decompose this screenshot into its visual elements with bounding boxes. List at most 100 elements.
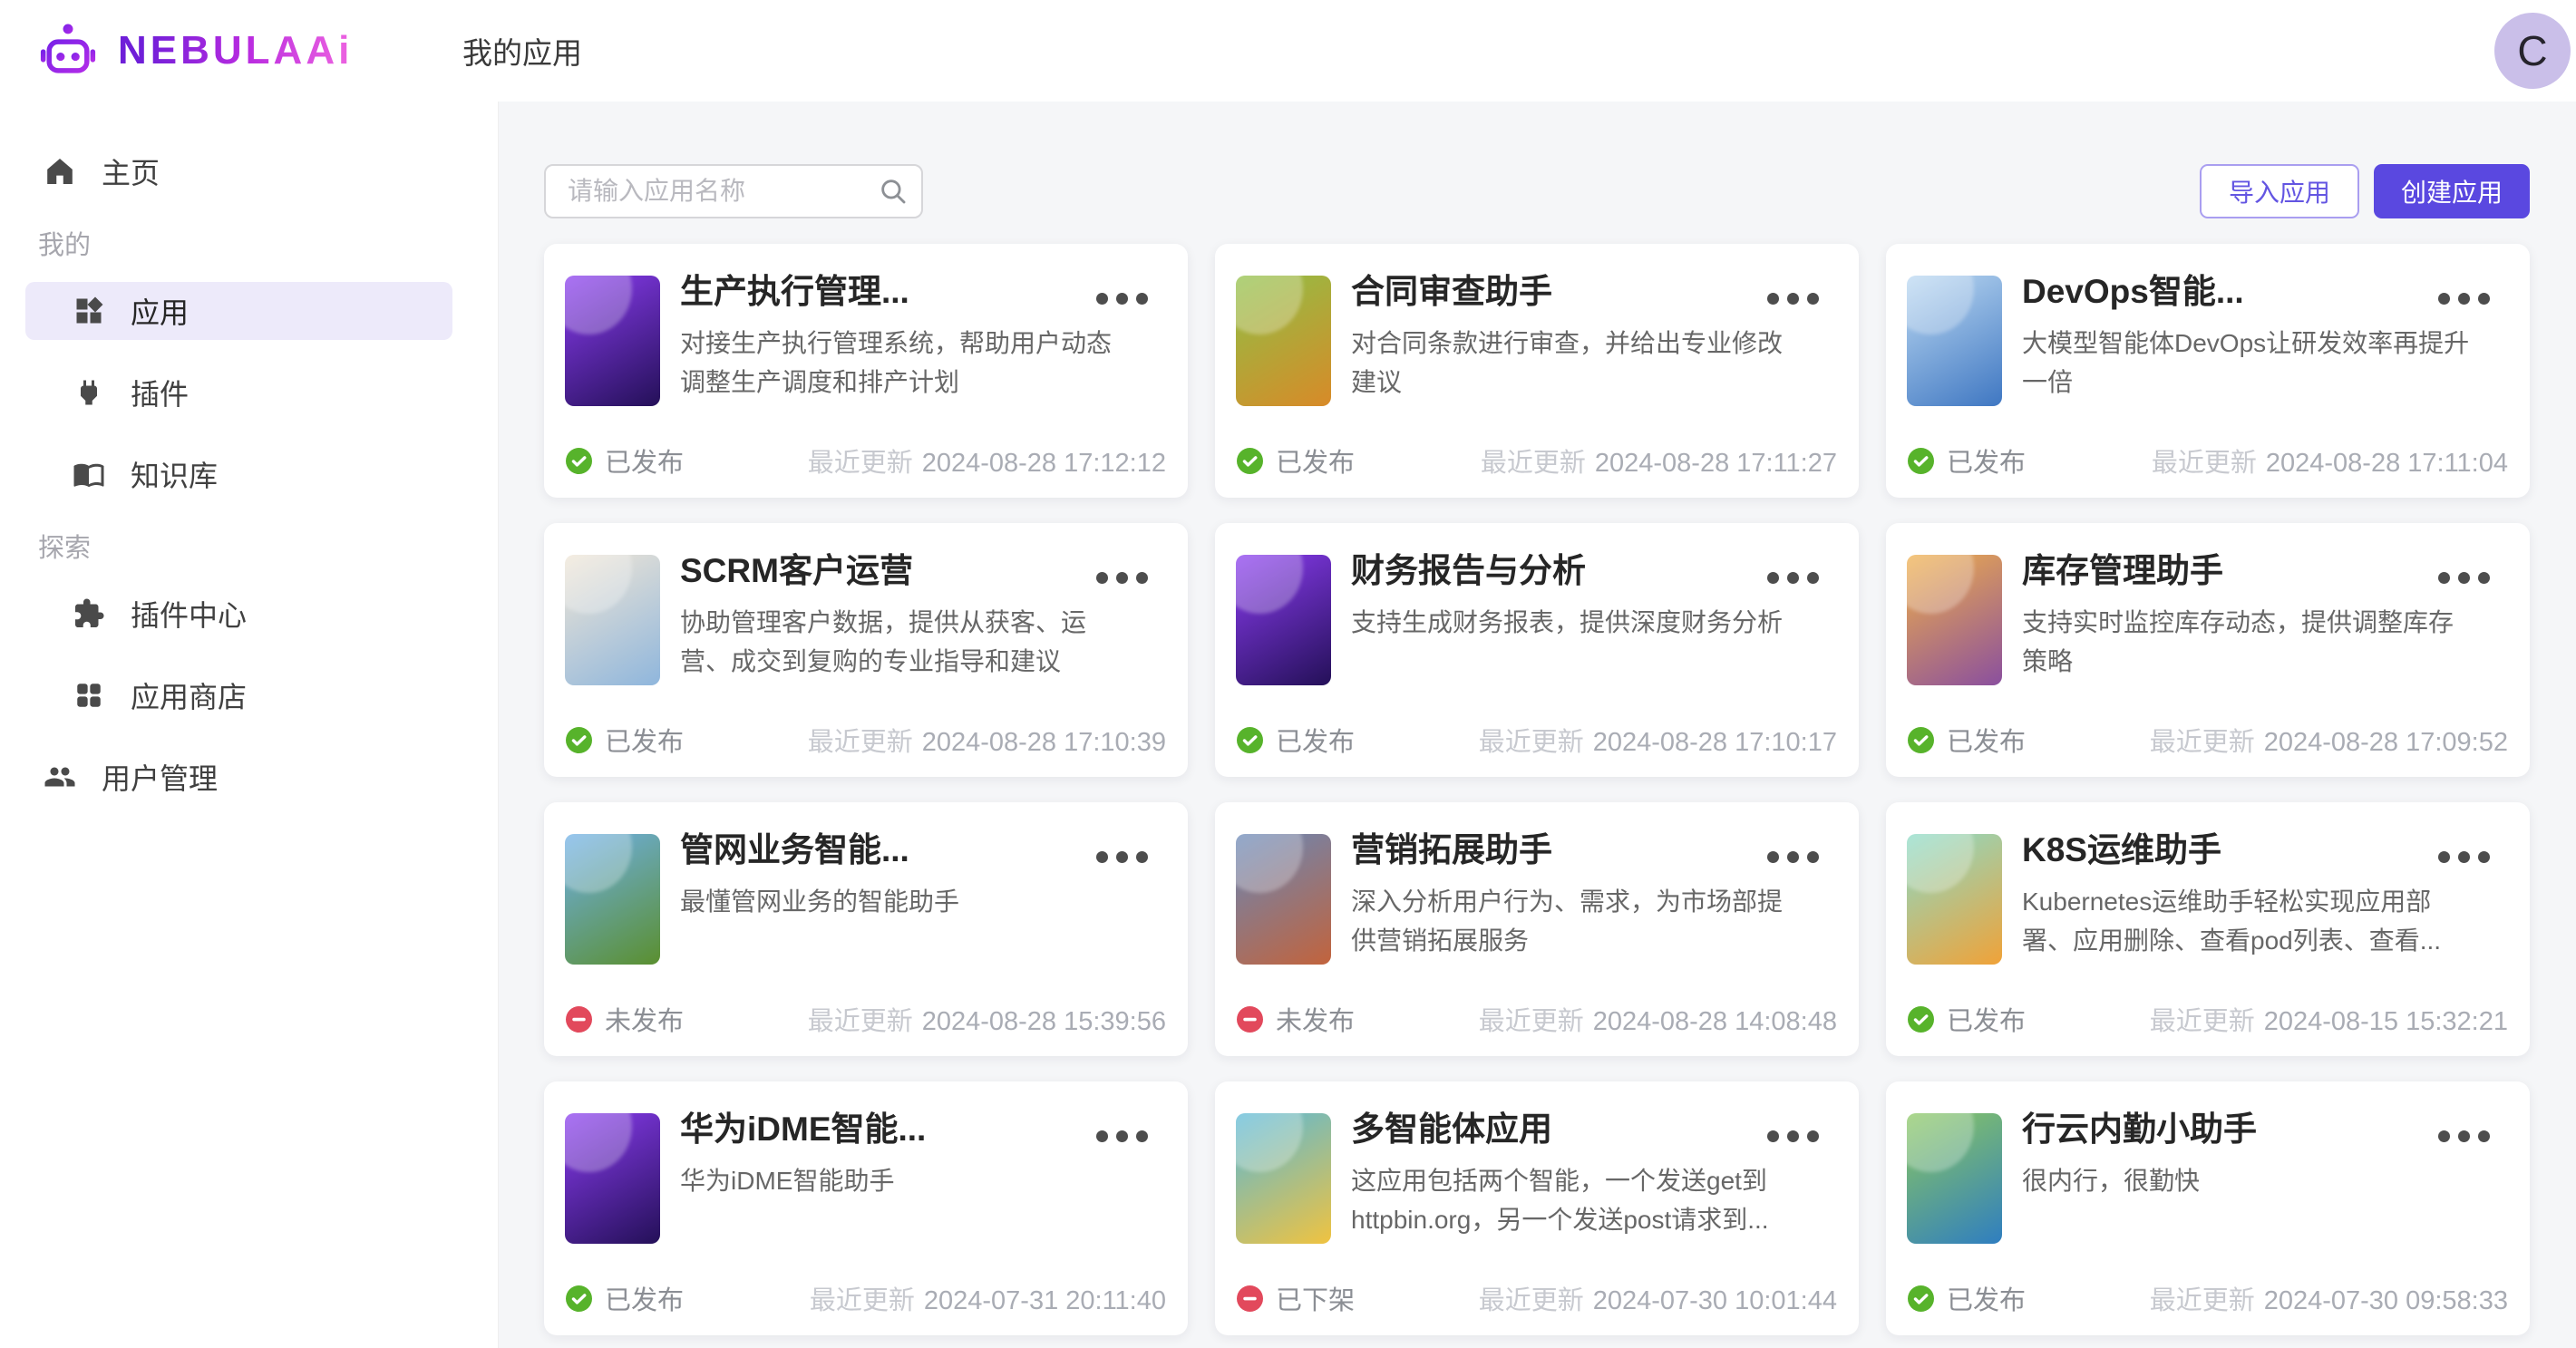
forest-sunlight-thumbnail — [1236, 276, 1331, 406]
last-updated: 最近更新2024-07-30 09:58:33 — [2150, 1279, 2508, 1317]
status-badge: 已发布 — [1237, 441, 1355, 480]
sidebar-item-plug[interactable]: 插件 — [25, 364, 452, 422]
status-label: 已发布 — [1947, 721, 2026, 759]
search-icon[interactable] — [878, 176, 909, 207]
app-card[interactable]: 多智能体应用 这应用包括两个智能，一个发送get到httpbin.org，另一个… — [1215, 1081, 1859, 1335]
app-card[interactable]: 行云内勤小助手 很内行，很勤快 已发布 最近更新2024-07-30 09:58… — [1886, 1081, 2530, 1335]
app-card-description: 深入分析用户行为、需求，为市场部提供营销拓展服务 — [1351, 882, 1800, 960]
status-badge: 已发布 — [566, 441, 684, 480]
create-app-button[interactable]: 创建应用 — [2374, 164, 2530, 218]
more-actions-icon[interactable] — [1093, 289, 1152, 308]
more-actions-icon[interactable] — [1093, 1127, 1152, 1146]
last-updated: 最近更新2024-08-28 17:10:39 — [808, 721, 1166, 759]
last-updated: 最近更新2024-08-28 17:11:04 — [2152, 441, 2508, 480]
app-card-description: 最懂管网业务的智能助手 — [680, 882, 1129, 921]
app-card-description: 华为iDME智能助手 — [680, 1161, 1129, 1200]
app-card[interactable]: DevOps智能... 大模型智能体DevOps让研发效率再提升一倍 已发布 最… — [1886, 244, 2530, 498]
plug-icon — [73, 376, 105, 409]
sidebar-section-label: 探索 — [38, 527, 498, 565]
last-updated: 最近更新2024-08-28 17:11:27 — [1481, 441, 1837, 480]
status-label: 已发布 — [1947, 441, 2026, 480]
brand-wordmark: NEBULAAi — [118, 28, 353, 73]
search-input[interactable] — [544, 164, 923, 218]
app-card-grid: 生产执行管理... 对接生产执行管理系统，帮助用户动态调整生产调度和排产计划 已… — [544, 244, 2530, 1335]
status-label: 已发布 — [605, 721, 684, 759]
user-avatar[interactable]: C — [2494, 13, 2571, 89]
app-card-description: 协助管理客户数据，提供从获客、运营、成交到复购的专业指导和建议 — [680, 603, 1129, 681]
home-icon — [44, 155, 76, 188]
sidebar-item-label: 主页 — [102, 150, 160, 192]
status-label: 已发布 — [605, 441, 684, 480]
multi-agent-diagram-thumbnail — [1236, 1113, 1331, 1244]
more-actions-icon[interactable] — [2435, 848, 2493, 867]
app-card[interactable]: 财务报告与分析 支持生成财务报表，提供深度财务分析 已发布 最近更新2024-0… — [1215, 523, 1859, 777]
status-label: 已下架 — [1276, 1279, 1355, 1317]
sidebar-item-users[interactable]: 用户管理 — [25, 748, 452, 806]
app-card[interactable]: 生产执行管理... 对接生产执行管理系统，帮助用户动态调整生产调度和排产计划 已… — [544, 244, 1188, 498]
more-actions-icon[interactable] — [1764, 848, 1823, 867]
more-actions-icon[interactable] — [2435, 289, 2493, 308]
sidebar-item-label: 插件 — [131, 372, 189, 413]
sidebar-nav: 主页 我的 应用 插件 知识库 探索 插件中心 应用商店 用户管理 — [0, 102, 499, 1348]
status-badge: 未发布 — [566, 1000, 684, 1038]
app-card-description: 对合同条款进行审查，并给出专业修改建议 — [1351, 324, 1800, 402]
status-label: 已发布 — [1947, 1000, 2026, 1038]
app-card[interactable]: SCRM客户运营 协助管理客户数据，提供从获客、运营、成交到复购的专业指导和建议… — [544, 523, 1188, 777]
sunset-lake-thumbnail — [1907, 555, 2002, 685]
robot-thumbnail — [565, 1113, 660, 1244]
app-card-description: 对接生产执行管理系统，帮助用户动态调整生产调度和排产计划 — [680, 324, 1129, 402]
status-badge: 已发布 — [1908, 441, 2026, 480]
app-card[interactable]: 管网业务智能... 最懂管网业务的智能助手 未发布 最近更新2024-08-28… — [544, 802, 1188, 1056]
more-actions-icon[interactable] — [1093, 568, 1152, 587]
sidebar-item-app-store[interactable]: 应用商店 — [25, 666, 452, 724]
toolbar: 导入应用 创建应用 — [544, 163, 2530, 219]
cloud-dashboard-thumbnail — [1907, 834, 2002, 965]
app-card-title: 华为iDME智能... — [680, 1107, 1074, 1152]
app-card-title: 多智能体应用 — [1351, 1107, 1745, 1152]
status-badge: 已发布 — [566, 721, 684, 759]
app-card-title: 财务报告与分析 — [1351, 548, 1745, 594]
last-updated: 最近更新2024-08-28 15:39:56 — [808, 1000, 1166, 1038]
status-badge: 已发布 — [566, 1279, 684, 1317]
app-card-title: 生产执行管理... — [680, 269, 1074, 315]
app-card[interactable]: 库存管理助手 支持实时监控库存动态，提供调整库存策略 已发布 最近更新2024-… — [1886, 523, 2530, 777]
app-card[interactable]: 营销拓展助手 深入分析用户行为、需求，为市场部提供营销拓展服务 未发布 最近更新… — [1215, 802, 1859, 1056]
app-card[interactable]: 合同审查助手 对合同条款进行审查，并给出专业修改建议 已发布 最近更新2024-… — [1215, 244, 1859, 498]
more-actions-icon[interactable] — [2435, 1127, 2493, 1146]
status-label: 已发布 — [1947, 1279, 2026, 1317]
app-card-title: 库存管理助手 — [2022, 548, 2416, 594]
app-card-title: K8S运维助手 — [2022, 828, 2416, 873]
more-actions-icon[interactable] — [2435, 568, 2493, 587]
more-actions-icon[interactable] — [1764, 568, 1823, 587]
sidebar-item-label: 应用 — [131, 290, 189, 332]
import-app-button[interactable]: 导入应用 — [2200, 164, 2359, 218]
app-card-title: 合同审查助手 — [1351, 269, 1745, 315]
app-card-description: 这应用包括两个智能，一个发送get到httpbin.org，另一个发送post请… — [1351, 1161, 1800, 1239]
app-card-title: SCRM客户运营 — [680, 548, 1074, 594]
sidebar-item-knowledge-book[interactable]: 知识库 — [25, 445, 452, 503]
more-actions-icon[interactable] — [1093, 848, 1152, 867]
app-card[interactable]: 华为iDME智能... 华为iDME智能助手 已发布 最近更新2024-07-3… — [544, 1081, 1188, 1335]
app-card-title: DevOps智能... — [2022, 269, 2416, 315]
more-actions-icon[interactable] — [1764, 1127, 1823, 1146]
app-card-description: 支持生成财务报表，提供深度财务分析 — [1351, 603, 1800, 642]
brand-logo-group[interactable]: NEBULAAi — [0, 19, 462, 82]
app-card-title: 行云内勤小助手 — [2022, 1107, 2416, 1152]
sidebar-item-puzzle[interactable]: 插件中心 — [25, 585, 452, 643]
status-badge: 已发布 — [1908, 1000, 2026, 1038]
app-card[interactable]: K8S运维助手 Kubernetes运维助手轻松实现应用部署、应用删除、查看po… — [1886, 802, 2530, 1056]
robot-thumbnail — [1236, 555, 1331, 685]
more-actions-icon[interactable] — [1764, 289, 1823, 308]
sidebar-item-label: 用户管理 — [102, 756, 218, 798]
sidebar-item-widgets[interactable]: 应用 — [25, 282, 452, 340]
last-updated: 最近更新2024-08-15 15:32:21 — [2150, 1000, 2508, 1038]
sidebar-item-home[interactable]: 主页 — [25, 142, 452, 200]
status-badge: 已发布 — [1908, 721, 2026, 759]
last-updated: 最近更新2024-07-30 10:01:44 — [1479, 1279, 1837, 1317]
knowledge-book-icon — [73, 458, 105, 490]
laptop-chart-thumbnail — [1907, 276, 2002, 406]
users-icon — [44, 761, 76, 793]
last-updated: 最近更新2024-08-28 17:12:12 — [808, 441, 1166, 480]
status-badge: 未发布 — [1237, 1000, 1355, 1038]
sidebar-item-label: 知识库 — [131, 453, 218, 495]
